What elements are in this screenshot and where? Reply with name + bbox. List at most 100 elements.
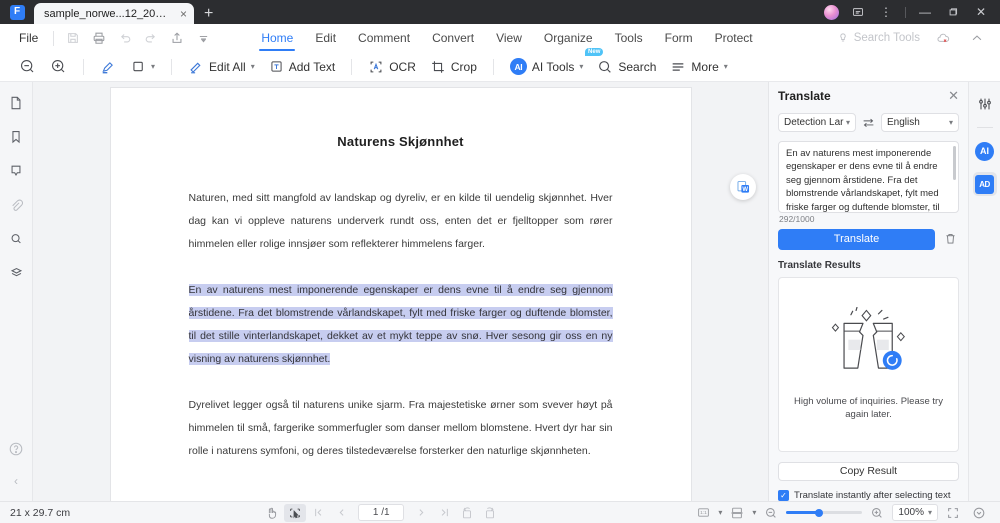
tab-edit[interactable]: Edit (304, 28, 347, 49)
search-tools-label: Search Tools (853, 32, 920, 44)
hand-tool-button[interactable] (261, 504, 283, 522)
file-menu[interactable]: File (10, 31, 47, 45)
undo-icon[interactable] (112, 27, 138, 49)
document-paragraph-3[interactable]: Dyrelivet legger også til naturens unike… (189, 394, 613, 463)
sidebar-item-attachments[interactable] (4, 194, 28, 216)
tab-view[interactable]: View (485, 28, 533, 49)
user-avatar[interactable] (824, 4, 839, 20)
sidebar-item-search[interactable] (4, 228, 28, 250)
highlight-button[interactable] (93, 55, 124, 78)
first-page-button[interactable] (307, 504, 329, 522)
page-number-input[interactable]: 1 /1 (358, 504, 405, 521)
zoom-in-status-button[interactable] (866, 504, 888, 522)
target-language-chevron-down-icon: ▾ (948, 117, 953, 127)
zoom-slider-knob[interactable] (814, 508, 823, 517)
search-button[interactable]: Search (590, 56, 663, 78)
copy-result-button[interactable]: Copy Result (778, 461, 959, 481)
sidebar-item-layers[interactable] (4, 262, 28, 284)
tab-convert[interactable]: Convert (421, 28, 485, 49)
swap-languages-icon[interactable] (862, 117, 875, 128)
auto-translate-label: Translate instantly after selecting text (794, 490, 951, 501)
cloud-sync-icon[interactable] (930, 27, 956, 49)
document-paragraph-2-selected[interactable]: En av naturens mest imponerende egenskap… (188, 279, 613, 371)
select-tool-button[interactable] (284, 503, 307, 522)
tab-comment[interactable]: Comment (347, 28, 421, 49)
zoom-slider-fill (786, 511, 817, 514)
close-panel-icon[interactable]: ✕ (948, 88, 959, 104)
edit-all-button[interactable]: Edit All ▾ (181, 56, 262, 78)
tab-tools[interactable]: Tools (604, 28, 654, 49)
page-fit-button[interactable]: 1:1 (692, 504, 714, 522)
message-icon[interactable] (845, 2, 871, 22)
shape-tool-button[interactable]: ▾ (124, 56, 162, 77)
save-icon[interactable] (60, 27, 86, 49)
page-layout-chevron-down-icon[interactable]: ▾ (752, 508, 756, 517)
redo-icon[interactable] (138, 27, 164, 49)
rotate-right-button[interactable] (479, 504, 501, 522)
quick-access-dropdown-icon[interactable] (190, 27, 216, 49)
zoom-level-select[interactable]: 100% ▾ (892, 504, 938, 521)
collapse-sidebar-button[interactable]: ‹ (4, 470, 28, 492)
zoom-out-status-button[interactable] (760, 504, 782, 522)
clear-text-icon[interactable] (941, 229, 959, 250)
status-more-button[interactable] (968, 504, 990, 522)
selected-text: En av naturens mest imponerende egenskap… (188, 284, 613, 365)
ai-assistant-button[interactable]: AI (973, 139, 997, 163)
search-tools-box[interactable]: Search Tools (837, 32, 924, 44)
tab-protect[interactable]: Protect (704, 28, 764, 49)
ocr-button[interactable]: OCR (361, 56, 423, 78)
crop-label: Crop (450, 59, 477, 74)
source-text-scrollbar[interactable] (953, 145, 956, 180)
source-language-select[interactable]: Detection Lar ▾ (778, 112, 856, 132)
more-tools-button[interactable]: More ▾ (663, 56, 734, 78)
target-language-label: English (887, 116, 920, 128)
document-paragraph-1[interactable]: Naturen, med sitt mangfold av landskap o… (189, 187, 613, 256)
tab-home[interactable]: Home (250, 28, 304, 51)
translate-icon: AD (975, 174, 994, 194)
next-page-button[interactable] (410, 504, 432, 522)
page-fit-chevron-down-icon[interactable]: ▾ (718, 508, 722, 517)
rotate-left-button[interactable] (456, 504, 478, 522)
document-viewer[interactable]: Naturens Skjønnhet Naturen, med sitt man… (33, 82, 768, 501)
zoom-in-button[interactable] (43, 55, 74, 78)
menu-divider (53, 30, 55, 46)
target-language-select[interactable]: English ▾ (881, 112, 959, 132)
document-tab-title: sample_norwe...12_204731.pdf (44, 7, 172, 20)
share-icon[interactable] (164, 27, 190, 49)
new-tab-icon[interactable]: + (204, 6, 213, 22)
translate-button[interactable]: Translate (778, 228, 935, 250)
convert-to-word-button[interactable]: W (730, 174, 756, 200)
maximize-button[interactable] (940, 2, 966, 22)
translate-sidebar-button[interactable]: AD (972, 172, 997, 196)
close-window-button[interactable]: ✕ (968, 2, 994, 22)
crop-button[interactable]: Crop (423, 56, 484, 78)
tab-form[interactable]: Form (654, 28, 704, 49)
zoom-controls: 1:1 ▾ ▾ 100% ▾ (692, 504, 990, 522)
prev-page-button[interactable] (330, 504, 352, 522)
sidebar-item-comments[interactable] (4, 160, 28, 182)
zoom-out-button[interactable] (12, 55, 43, 78)
ai-tools-button[interactable]: AI AI Tools ▾ New (503, 48, 604, 78)
sidebar-item-bookmarks[interactable] (4, 126, 28, 148)
add-text-label: Add Text (288, 59, 336, 74)
source-text-input[interactable]: En av naturens mest imponerende egenskap… (778, 140, 959, 213)
last-page-button[interactable] (433, 504, 455, 522)
status-bar: 21 x 29.7 cm 1 /1 1:1 ▾ ▾ 100% ▾ (0, 501, 1000, 523)
main-area: ‹ Naturens Skjønnhet Naturen, med sitt m… (0, 82, 1000, 501)
close-tab-icon[interactable]: × (180, 8, 187, 20)
print-icon[interactable] (86, 27, 112, 49)
minimize-button[interactable]: — (912, 2, 938, 22)
auto-translate-checkbox[interactable]: ✓ (778, 490, 789, 501)
titlebar-divider (905, 6, 906, 18)
fullscreen-button[interactable] (942, 504, 964, 522)
sidebar-item-thumbnails[interactable] (4, 92, 28, 114)
page-layout-button[interactable] (726, 504, 748, 522)
tab-organize[interactable]: Organize (533, 28, 604, 49)
add-text-button[interactable]: Add Text (262, 56, 342, 77)
properties-sliders-icon[interactable] (973, 92, 997, 116)
more-options-icon[interactable]: ⋮ (873, 2, 899, 22)
collapse-ribbon-icon[interactable] (964, 27, 990, 49)
zoom-slider[interactable] (786, 507, 863, 519)
help-button[interactable] (4, 438, 28, 460)
document-tab[interactable]: sample_norwe...12_204731.pdf × (34, 3, 195, 24)
